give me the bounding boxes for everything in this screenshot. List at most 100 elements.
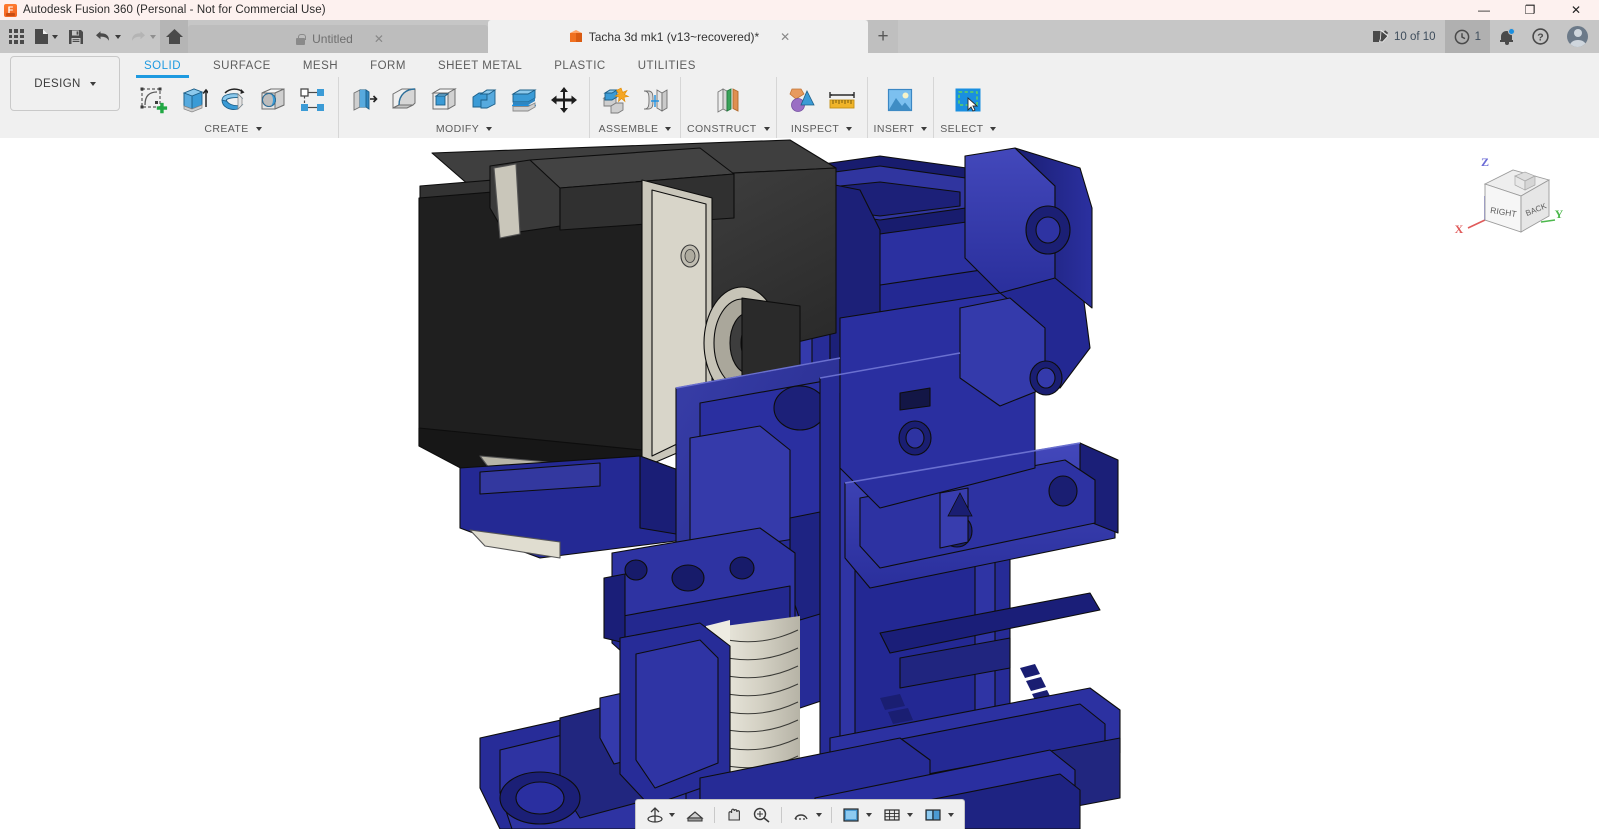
combine-icon (469, 85, 499, 115)
select-button[interactable] (949, 81, 987, 119)
save-button[interactable] (62, 20, 90, 53)
ribbon-tab-solid[interactable]: SOLID (128, 60, 197, 75)
panel-inspect-label[interactable]: INSPECT (791, 123, 852, 139)
shell-icon (429, 85, 459, 115)
panel-select-label-text: SELECT (940, 123, 983, 135)
display-settings-button[interactable] (837, 803, 876, 827)
minimize-button[interactable]: — (1461, 0, 1507, 20)
tab-tacha-3d-mk1-label: Tacha 3d mk1 (v13~recovered)* (589, 30, 759, 44)
undo-caret-icon[interactable] (115, 35, 121, 39)
move-copy-button[interactable] (545, 81, 583, 119)
panel-insert-label[interactable]: INSERT (874, 123, 928, 139)
fit-button[interactable] (787, 803, 826, 827)
help-button[interactable]: ? (1523, 20, 1558, 53)
display-settings-caret-icon[interactable] (866, 813, 872, 817)
panel-assemble-label[interactable]: ASSEMBLE (599, 123, 672, 139)
new-tab-button[interactable]: + (868, 20, 898, 53)
extrude-button[interactable] (174, 81, 212, 119)
ribbon-tab-mesh[interactable]: MESH (287, 60, 354, 75)
ribbon-tab-surface[interactable]: SURFACE (197, 60, 287, 75)
panel-construct-label[interactable]: CONSTRUCT (687, 123, 770, 139)
look-at-button[interactable] (681, 803, 709, 827)
hole-button[interactable] (254, 81, 292, 119)
ribbon-tab-plastic[interactable]: PLASTIC (538, 60, 621, 75)
restore-button[interactable]: ❐ (1507, 0, 1553, 20)
model-3d-render[interactable] (0, 138, 1599, 829)
panel-create: CREATE (128, 77, 339, 139)
viewport-canvas[interactable]: RIGHT BACK Z X Y (0, 138, 1599, 829)
version-history-button[interactable]: 1 (1445, 20, 1490, 53)
orbit-caret-icon[interactable] (669, 813, 675, 817)
press-pull-button[interactable] (345, 81, 383, 119)
grid-snap-caret-icon[interactable] (907, 813, 913, 817)
account-button[interactable] (1558, 20, 1597, 53)
extrude-icon (178, 85, 208, 115)
fit-caret-icon[interactable] (816, 813, 822, 817)
split-face-button[interactable] (505, 81, 543, 119)
shell-button[interactable] (425, 81, 463, 119)
cube-icon (570, 30, 582, 43)
ribbon-tab-form[interactable]: FORM (354, 60, 422, 75)
workspace-switcher[interactable]: DESIGN (10, 56, 120, 111)
jobs-status-button[interactable]: 10 of 10 (1363, 20, 1445, 53)
ribbon-tabs: SOLID SURFACE MESH FORM SHEET METAL PLAS… (0, 53, 1599, 75)
insert-canvas-button[interactable] (881, 81, 919, 119)
ribbon-tab-utilities[interactable]: UTILITIES (622, 60, 712, 75)
panel-create-tools (134, 77, 332, 119)
pattern-button[interactable] (294, 81, 332, 119)
nav-separator-3 (831, 807, 832, 823)
new-document-button[interactable] (30, 20, 62, 53)
apps-grid-button[interactable] (2, 20, 30, 53)
revolve-button[interactable] (214, 81, 252, 119)
viewports-caret-icon[interactable] (948, 813, 954, 817)
panel-select-label[interactable]: SELECT (940, 123, 996, 139)
undo-button[interactable] (90, 20, 125, 53)
panel-create-label-text: CREATE (204, 123, 248, 135)
panel-modify-label[interactable]: MODIFY (436, 123, 492, 139)
fillet-button[interactable] (385, 81, 423, 119)
panel-select-caret-icon (990, 127, 996, 131)
measure-button[interactable] (823, 81, 861, 119)
new-document-icon (34, 28, 49, 45)
grid-snap-button[interactable] (878, 803, 917, 827)
viewports-button[interactable] (919, 803, 958, 827)
redo-button[interactable] (125, 20, 160, 53)
home-button[interactable] (160, 20, 188, 53)
undo-icon (94, 29, 112, 44)
rectangular-pattern-icon (298, 85, 328, 115)
new-document-caret-icon[interactable] (52, 35, 58, 39)
section-analysis-button[interactable] (783, 81, 821, 119)
ribbon: DESIGN SOLID SURFACE MESH FORM SHEET MET… (0, 53, 1599, 138)
tab-tacha-3d-mk1[interactable]: Tacha 3d mk1 (v13~recovered)* ✕ (488, 20, 868, 53)
avatar (1567, 26, 1588, 47)
offset-plane-button[interactable] (709, 81, 747, 119)
panel-inspect-caret-icon (846, 127, 852, 131)
combine-button[interactable] (465, 81, 503, 119)
panel-create-label[interactable]: CREATE (204, 123, 261, 139)
redo-caret-icon[interactable] (150, 35, 156, 39)
panel-assemble-tools (596, 77, 674, 119)
home-icon (165, 28, 184, 45)
workspace-caret-icon (90, 82, 96, 86)
ribbon-tab-sheet-metal[interactable]: SHEET METAL (422, 60, 538, 75)
orbit-button[interactable] (642, 803, 679, 827)
zoom-button[interactable] (748, 803, 776, 827)
panel-inspect-tools (783, 77, 861, 119)
tab-tacha-3d-mk1-close-icon[interactable]: ✕ (780, 31, 790, 43)
tab-untitled-close-icon[interactable]: ✕ (374, 33, 384, 45)
create-sketch-button[interactable] (134, 81, 172, 119)
tab-untitled[interactable]: Untitled ✕ (188, 25, 488, 53)
window-controls: — ❐ ✕ (1461, 0, 1599, 20)
viewports-icon (923, 806, 943, 824)
pan-button[interactable] (720, 803, 746, 827)
close-button[interactable]: ✕ (1553, 0, 1599, 20)
view-cube[interactable]: RIGHT BACK Z X Y (1445, 146, 1563, 251)
panel-assemble-label-text: ASSEMBLE (599, 123, 659, 135)
tab-bar-right-tools: 10 of 10 1 ? (1363, 20, 1599, 53)
joint-button[interactable] (636, 81, 674, 119)
new-component-button[interactable] (596, 81, 634, 119)
panel-construct-label-text: CONSTRUCT (687, 123, 757, 135)
notifications-button[interactable] (1490, 20, 1523, 53)
panel-insert-label-text: INSERT (874, 123, 915, 135)
revolve-icon (218, 85, 248, 115)
